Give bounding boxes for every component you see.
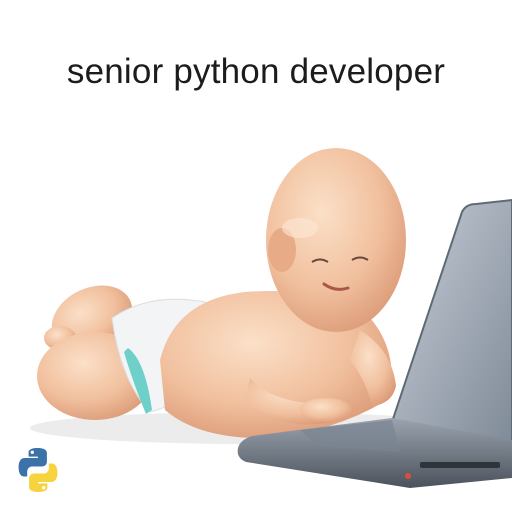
baby-hand — [300, 398, 352, 422]
baby-laptop-photo — [30, 148, 512, 488]
python-logo-icon — [18, 448, 58, 492]
baby-head — [266, 148, 406, 332]
